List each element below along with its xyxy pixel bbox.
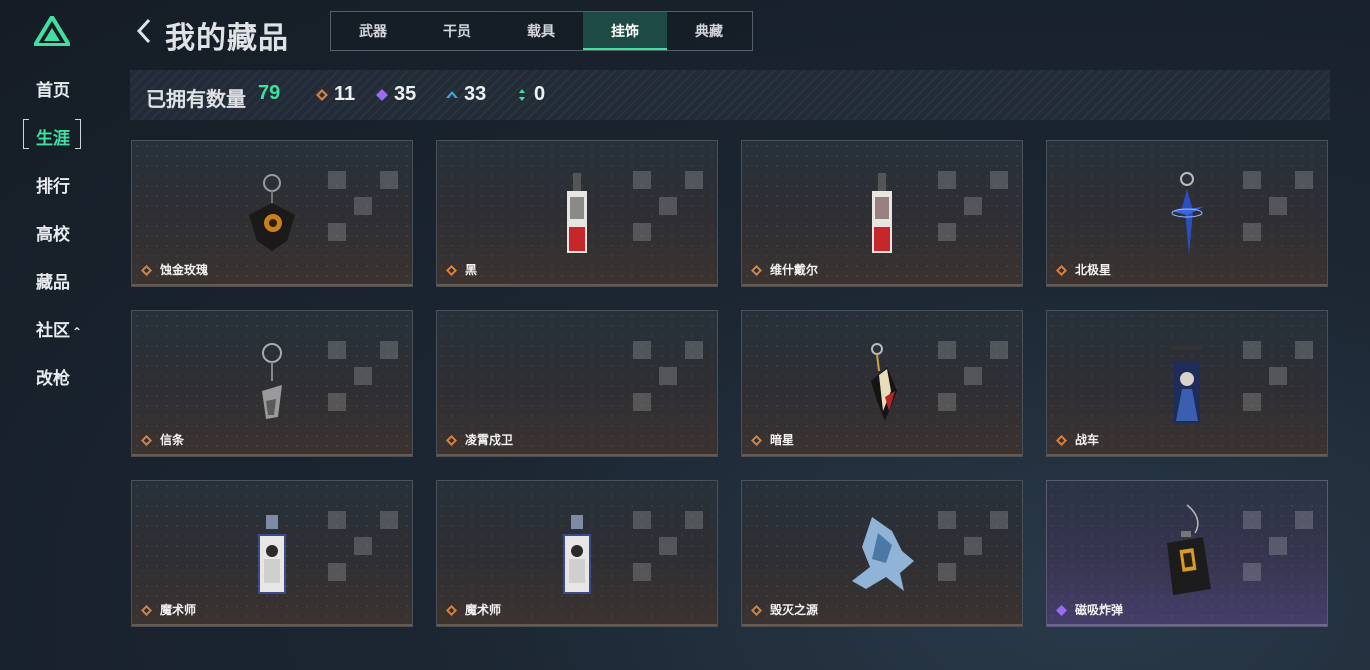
owned-total: 79 xyxy=(258,82,281,104)
tab-weapons[interactable]: 武器 xyxy=(331,12,415,50)
charm-card[interactable]: 维什戴尔 xyxy=(741,140,1023,287)
magician-charm-image xyxy=(563,515,591,594)
card-charm-image xyxy=(567,173,587,253)
magnetic-bomb-charm-image xyxy=(1167,504,1211,595)
sidebar-item-gun-mod[interactable]: 改枪 xyxy=(36,364,70,389)
blue-count: 33 xyxy=(464,83,487,105)
rarity-orange-icon xyxy=(141,605,152,616)
category-tabs: 武器 干员 载具 挂饰 典藏 xyxy=(330,11,753,51)
sidebar-item-home[interactable]: 首页 xyxy=(36,76,70,101)
owned-stats-bar: 已拥有数量 79 11 35 33 0 xyxy=(130,70,1330,120)
green-count: 0 xyxy=(534,83,546,105)
rarity-purple-icon xyxy=(1056,605,1067,616)
charm-name: 毁灭之源 xyxy=(770,603,819,617)
back-arrow-icon[interactable] xyxy=(135,18,153,44)
charm-name: 魔术师 xyxy=(465,603,502,617)
rarity-orange-icon xyxy=(446,265,457,276)
grid-pattern-icon xyxy=(328,341,398,411)
charm-name: 磁吸炸弹 xyxy=(1075,603,1124,617)
dragon-charm-image xyxy=(852,517,914,591)
tab-operators[interactable]: 干员 xyxy=(415,12,499,50)
chevron-up-icon: ⌃ xyxy=(72,325,83,339)
orange-diamond-icon xyxy=(316,89,328,101)
grid-pattern-icon xyxy=(633,341,703,411)
sidebar-item-school[interactable]: 高校 xyxy=(36,220,70,245)
owned-count-label: 已拥有数量 xyxy=(146,89,246,111)
rarity-orange-icon xyxy=(446,605,457,616)
rarity-orange-icon xyxy=(1056,435,1067,446)
grid-pattern-icon xyxy=(938,171,1008,241)
charm-name: 蚀金玫瑰 xyxy=(160,263,209,277)
rarity-orange-icon xyxy=(751,605,762,616)
logo-icon[interactable] xyxy=(34,16,70,46)
charm-name: 维什戴尔 xyxy=(770,263,819,277)
charm-name: 暗星 xyxy=(770,433,795,447)
orange-count: 11 xyxy=(334,83,356,105)
sidebar-item-community[interactable]: 社区 ⌃ xyxy=(36,316,82,341)
tab-vehicles[interactable]: 载具 xyxy=(499,12,583,50)
charm-card[interactable]: 战车 xyxy=(1046,310,1328,457)
rarity-orange-icon xyxy=(751,265,762,276)
charm-card[interactable]: 磁吸炸弹 xyxy=(1046,480,1328,627)
sidebar-item-career[interactable]: 生涯 xyxy=(36,124,70,149)
charm-name: 魔术师 xyxy=(160,603,197,617)
creed-charm-image xyxy=(262,343,282,419)
sidebar-item-label: 社区 xyxy=(36,321,70,340)
rarity-orange-icon xyxy=(751,435,762,446)
grid-pattern-icon xyxy=(938,511,1008,581)
grid-pattern-icon xyxy=(1243,171,1313,241)
charm-card[interactable]: 信条 xyxy=(131,310,413,457)
card-charm-image xyxy=(872,173,892,253)
purple-count: 35 xyxy=(394,83,417,105)
charm-card[interactable]: 北极星 xyxy=(1046,140,1328,287)
rarity-orange-icon xyxy=(141,265,152,276)
charm-name: 北极星 xyxy=(1075,263,1112,277)
grid-pattern-icon xyxy=(938,341,1008,411)
grid-pattern-icon xyxy=(328,511,398,581)
charm-card[interactable]: 黑 xyxy=(436,140,718,287)
magician-charm-image xyxy=(258,515,286,594)
tab-premium[interactable]: 典藏 xyxy=(667,12,751,50)
purple-diamond-icon xyxy=(376,89,388,101)
charm-card[interactable]: 魔术师 xyxy=(131,480,413,627)
charm-name: 信条 xyxy=(160,433,185,447)
chariot-charm-image xyxy=(1172,345,1202,423)
charm-card[interactable]: 毁灭之源 xyxy=(741,480,1023,627)
green-arrows-icon xyxy=(519,89,525,101)
charm-name: 凌霄戍卫 xyxy=(465,433,514,447)
dark-star-charm-image xyxy=(871,343,897,421)
star-charm-image xyxy=(1171,172,1203,255)
rarity-orange-icon xyxy=(141,435,152,446)
charm-card[interactable]: 暗星 xyxy=(741,310,1023,457)
rarity-orange-icon xyxy=(1056,265,1067,276)
charm-name: 战车 xyxy=(1075,433,1100,447)
rose-charm-image xyxy=(249,174,295,251)
page-title: 我的藏品 xyxy=(165,22,289,55)
rarity-orange-icon xyxy=(446,435,457,446)
grid-pattern-icon xyxy=(1243,511,1313,581)
tab-charms[interactable]: 挂饰 xyxy=(583,12,667,50)
sidebar: 首页 生涯 排行 高校 藏品 社区 ⌃ 改枪 xyxy=(0,0,105,670)
charm-name: 黑 xyxy=(465,263,478,277)
sidebar-item-ranking[interactable]: 排行 xyxy=(36,172,70,197)
grid-pattern-icon xyxy=(633,511,703,581)
grid-pattern-icon xyxy=(328,171,398,241)
grid-pattern-icon xyxy=(1243,341,1313,411)
charm-card[interactable]: 凌霄戍卫 xyxy=(436,310,718,457)
grid-pattern-icon xyxy=(633,171,703,241)
charm-card[interactable]: 蚀金玫瑰 xyxy=(131,140,413,287)
charm-card[interactable]: 魔术师 xyxy=(436,480,718,627)
sidebar-item-collection[interactable]: 藏品 xyxy=(36,268,70,293)
blue-chevron-icon xyxy=(446,91,458,98)
